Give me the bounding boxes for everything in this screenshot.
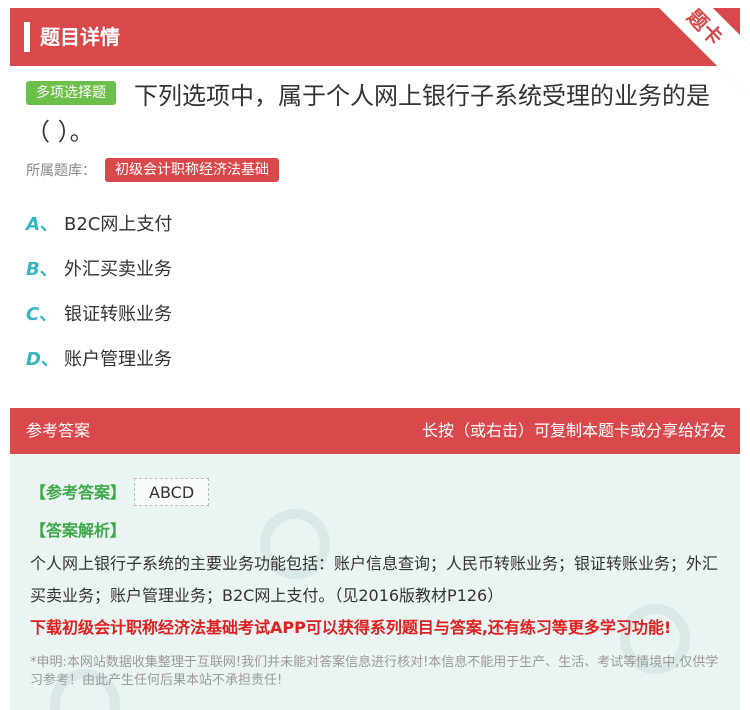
option-a[interactable]: A、 B2C网上支付 bbox=[26, 210, 172, 240]
card-corner-ribbon: 题卡 bbox=[630, 0, 750, 90]
page-header: 题目详情 题卡 bbox=[10, 0, 750, 90]
option-letter: D bbox=[26, 349, 41, 370]
download-app-link[interactable]: 下载初级会计职称经济法基础考试APP可以获得系列题目与答案,还有练习等更多学习功… bbox=[30, 616, 671, 640]
share-hint: 长按（或右击）可复制本题卡或分享给好友 bbox=[421, 421, 726, 440]
option-letter: A bbox=[26, 214, 40, 235]
option-text: 账户管理业务 bbox=[64, 349, 172, 370]
analysis-label: 【答案解析】 bbox=[30, 521, 127, 540]
option-c[interactable]: C、 银证转账业务 bbox=[26, 300, 172, 330]
disclaimer: *申明:本网站数据收集整理于互联网!我们并未能对答案信息进行核对!本信息不能用于… bbox=[30, 655, 719, 688]
answer-panel: 【参考答案】 ABCD 【答案解析】 个人网上银行子系统的主要业务功能包括：账户… bbox=[10, 454, 740, 710]
corner-label: 题卡 bbox=[682, 4, 728, 50]
option-text: 外汇买卖业务 bbox=[64, 259, 172, 280]
question-type-badge: 多项选择题 bbox=[26, 81, 116, 105]
answer-value: ABCD bbox=[134, 478, 210, 506]
option-text: B2C网上支付 bbox=[64, 214, 173, 235]
option-letter: C bbox=[26, 304, 40, 325]
option-b[interactable]: B、 外汇买卖业务 bbox=[26, 255, 172, 285]
page-title: 题目详情 bbox=[40, 25, 120, 49]
answer-header: 参考答案 长按（或右击）可复制本题卡或分享给好友 bbox=[10, 408, 740, 454]
option-d[interactable]: D、 账户管理业务 bbox=[26, 345, 172, 375]
bank-name-badge[interactable]: 初级会计职称经济法基础 bbox=[105, 158, 279, 182]
option-text: 银证转账业务 bbox=[64, 304, 172, 325]
answer-header-title: 参考答案 bbox=[26, 421, 91, 440]
analysis-text: 个人网上银行子系统的主要业务功能包括：账户信息查询；人民币转账业务；银证转账业务… bbox=[30, 554, 719, 605]
answer-label: 【参考答案】 bbox=[30, 483, 127, 502]
option-letter: B bbox=[26, 259, 40, 280]
question-text: 下列选项中，属于个人网上银行子系统受理的业务的是（ ）。 bbox=[26, 82, 710, 146]
header-accent-bar bbox=[24, 22, 30, 52]
bank-label: 所属题库： bbox=[26, 163, 96, 179]
